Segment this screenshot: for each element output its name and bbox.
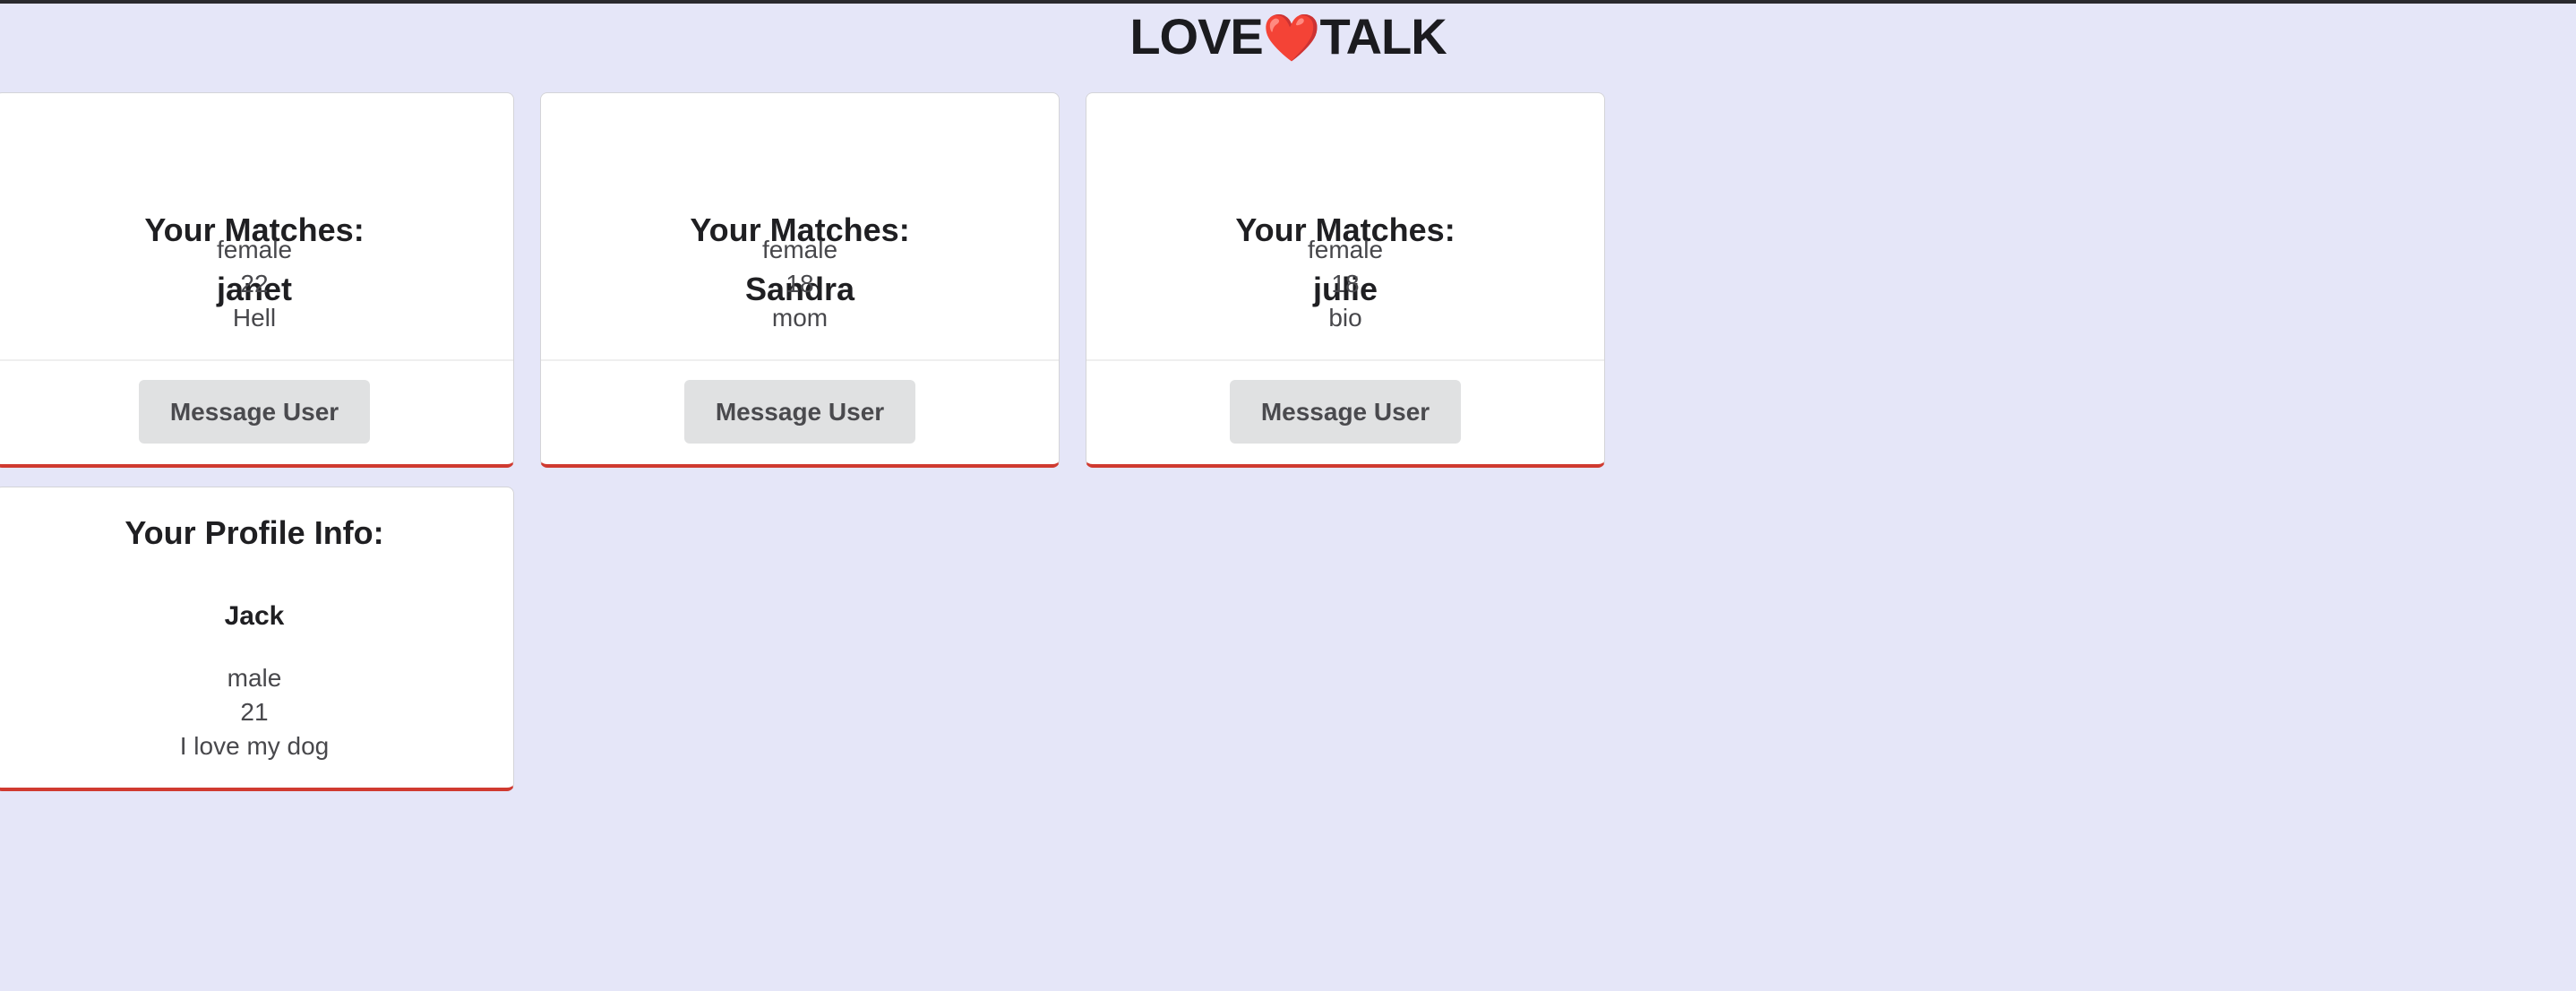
match-bio: bio [1328, 304, 1362, 332]
divider [0, 359, 513, 361]
logo-text-talk: TALK [1319, 8, 1447, 65]
divider [541, 359, 1059, 361]
app-logo: LOVE❤️TALK [0, 7, 2576, 68]
match-bio: Hell [232, 304, 277, 332]
profile-age: 21 [240, 698, 269, 726]
match-card: Your Matches: janet female 22 Hell Messa… [0, 92, 514, 468]
match-age: 22 [240, 270, 269, 297]
match-age: 18 [1331, 270, 1360, 297]
profile-name: Jack [224, 601, 285, 631]
profile-card: Your Profile Info: Jack male 21 I love m… [0, 487, 514, 791]
message-user-button[interactable]: Message User [1230, 380, 1461, 444]
match-details: female 18 mom [541, 233, 1059, 335]
match-age: 18 [786, 270, 814, 297]
match-details: female 22 Hell [0, 233, 513, 335]
match-card: Your Matches: Sandra female 18 mom Messa… [540, 92, 1060, 468]
match-bio: mom [771, 304, 829, 332]
profile-details: male 21 I love my dog [0, 661, 513, 763]
profile-bio: I love my dog [179, 732, 330, 760]
message-user-button[interactable]: Message User [684, 380, 915, 444]
match-details: female 18 bio [1086, 233, 1604, 335]
match-card: Your Matches: julie female 18 bio Messag… [1086, 92, 1605, 468]
profile-gender: male [227, 664, 282, 692]
logo-text-love: LOVE [1129, 8, 1263, 65]
message-user-button[interactable]: Message User [139, 380, 370, 444]
match-gender: female [216, 236, 293, 263]
divider [1086, 359, 1604, 361]
match-gender: female [1307, 236, 1384, 263]
heart-icon: ❤️ [1262, 13, 1321, 65]
profile-heading: Your Profile Info: [125, 514, 384, 551]
match-gender: female [761, 236, 838, 263]
top-bar [0, 0, 2576, 4]
